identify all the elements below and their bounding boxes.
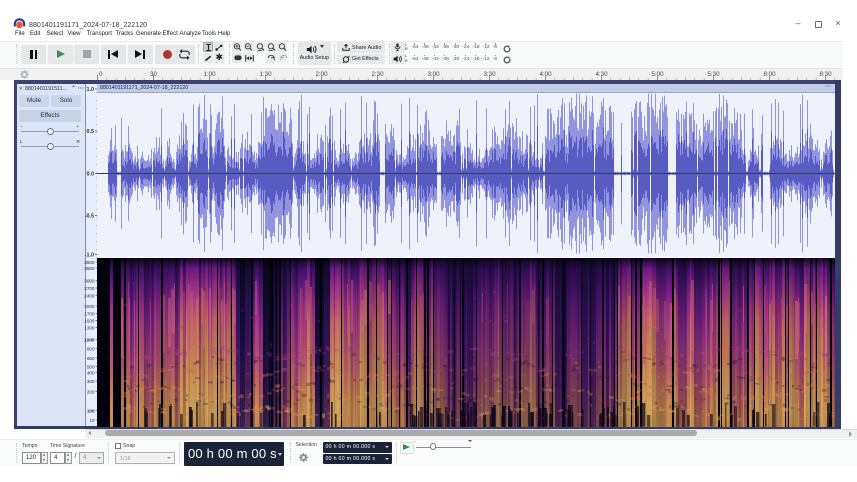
- svg-text:1700: 1700: [84, 311, 95, 316]
- svg-text:300: 300: [86, 378, 94, 383]
- svg-text:800: 800: [86, 346, 94, 351]
- svg-text:0.5: 0.5: [86, 128, 94, 134]
- svg-text:400: 400: [86, 370, 94, 375]
- svg-text:1000: 1000: [84, 337, 95, 342]
- svg-text:2000: 2000: [84, 303, 95, 308]
- svg-text:10: 10: [89, 417, 95, 422]
- svg-text:200: 200: [86, 389, 94, 394]
- svg-text:650: 650: [86, 355, 94, 360]
- svg-text:2700: 2700: [84, 285, 95, 290]
- svg-text:-0.5: -0.5: [84, 213, 93, 219]
- svg-text:0.0: 0.0: [86, 171, 94, 177]
- svg-text:1500: 1500: [84, 318, 95, 323]
- svg-text:3500: 3500: [84, 265, 95, 270]
- svg-text:100: 100: [86, 408, 94, 413]
- svg-text:1300: 1300: [84, 325, 95, 330]
- svg-text:1.0: 1.0: [86, 86, 94, 92]
- svg-text:3000: 3000: [84, 278, 95, 283]
- svg-text:500: 500: [86, 364, 94, 369]
- svg-text:3800: 3800: [84, 259, 95, 264]
- svg-text:2400: 2400: [84, 293, 95, 298]
- svg-text:0: 0: [99, 71, 103, 78]
